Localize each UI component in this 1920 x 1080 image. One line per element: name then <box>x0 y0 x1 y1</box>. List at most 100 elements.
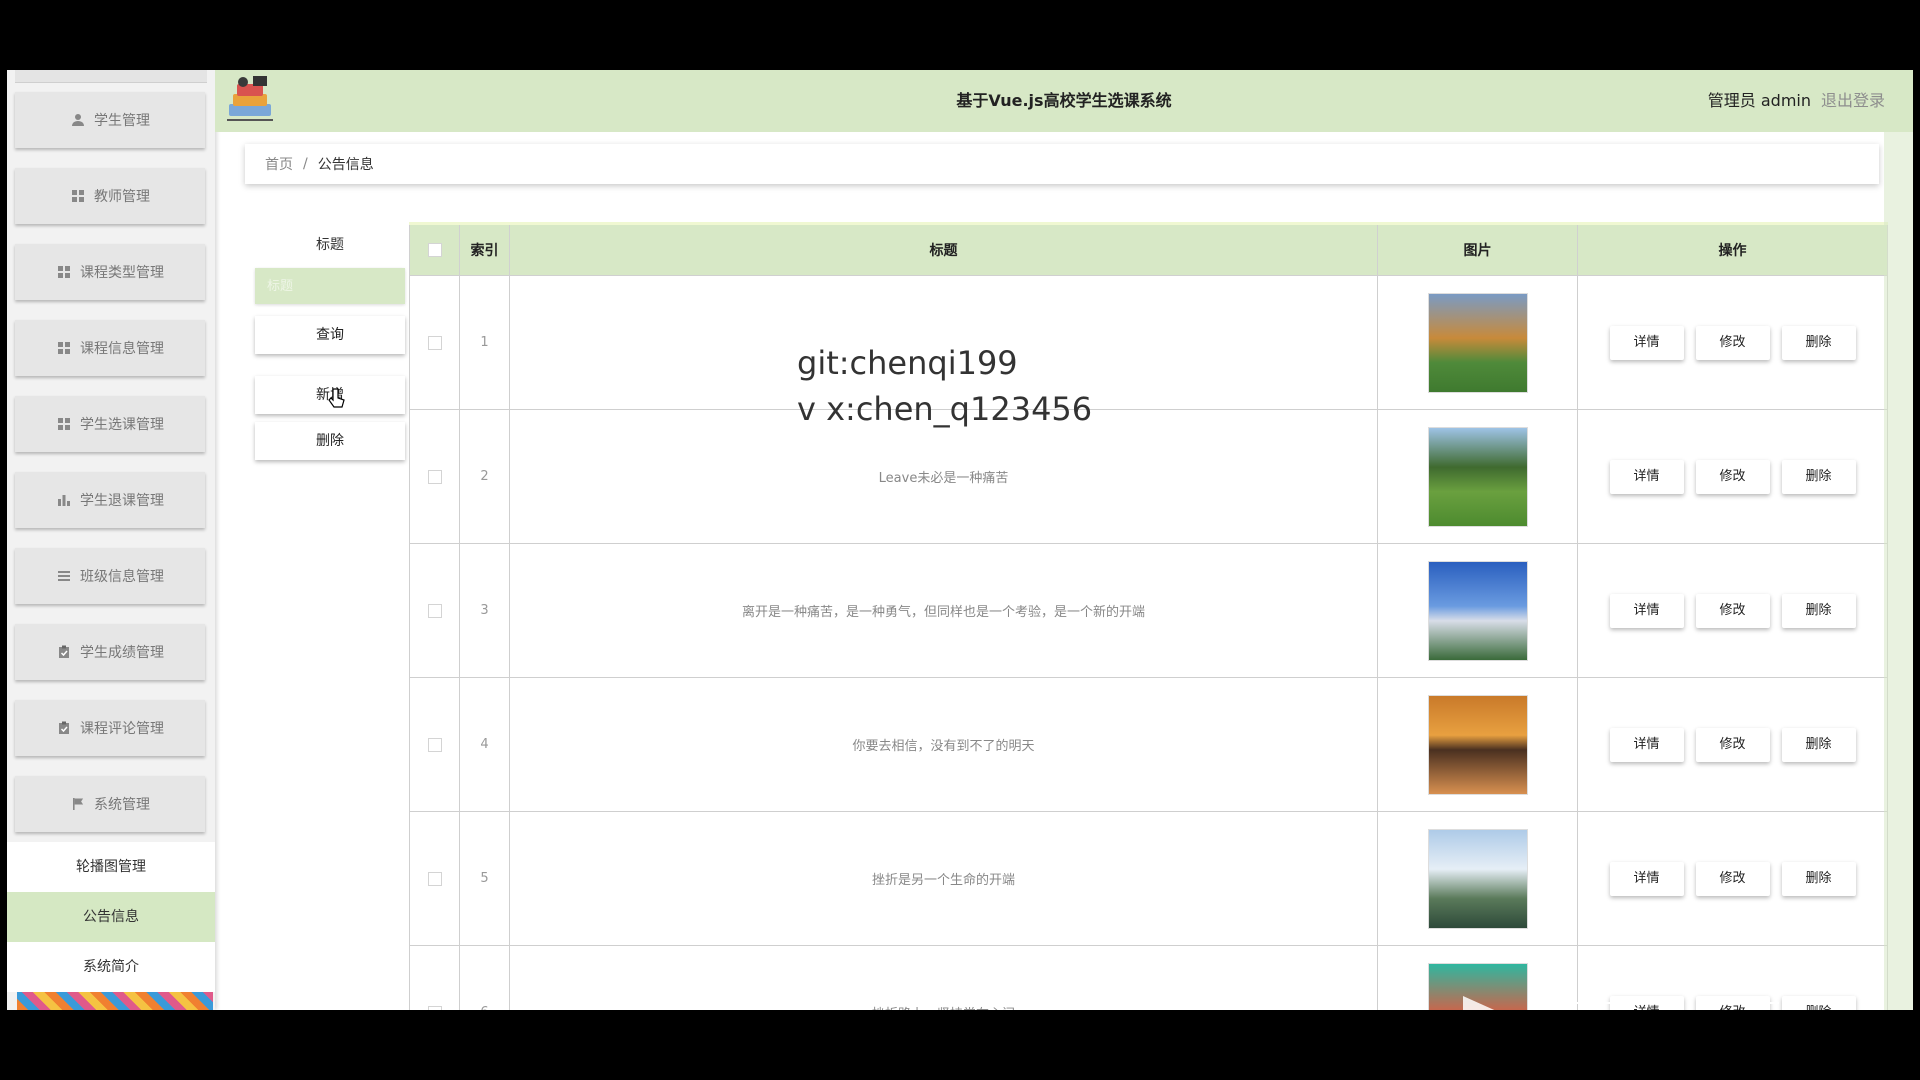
row-actions-cell: 详情修改删除 <box>1577 945 1888 1010</box>
row-checkbox[interactable] <box>427 603 442 618</box>
table-row: 5 挫折是另一个生命的开端 详情 修改 删除 <box>409 811 1888 946</box>
row-image-cell <box>1377 543 1578 678</box>
sidebar-item-class-info-management[interactable]: 班级信息管理 <box>15 548 205 604</box>
title-column-header: 标题 <box>509 222 1378 276</box>
edit-button[interactable]: 修改 <box>1695 727 1770 762</box>
sidebar-item-system-management[interactable]: 系统管理 <box>15 776 205 832</box>
sidebar-item-label: 班级信息管理 <box>80 569 164 585</box>
table-row: 1 详情 修改 删除 <box>409 275 1888 410</box>
search-title-label: 标题 <box>316 237 344 253</box>
row-index: 4 <box>459 677 510 812</box>
user-icon <box>70 112 86 128</box>
row-thumbnail-image <box>1427 292 1528 393</box>
clipboard-icon <box>56 644 72 660</box>
sidebar-item-label: 系统管理 <box>94 797 150 813</box>
sidebar-item-course-type-management[interactable]: 课程类型管理 <box>15 244 205 300</box>
list-icon <box>56 568 72 584</box>
sidebar-item-student-management[interactable]: 学生管理 <box>15 92 205 148</box>
delete-button[interactable]: 删除 <box>1781 727 1856 762</box>
table-row: 3 离开是一种痛苦，是一种勇气，但同样也是一个考验，是一个新的开端 详情 修改 删除 <box>409 543 1888 678</box>
sidebar-item-label: 教师管理 <box>94 189 150 205</box>
row-title: 你要去相信，没有到不了的明天 <box>509 677 1378 812</box>
select-all-checkbox[interactable] <box>427 243 442 257</box>
submenu-item-system-intro[interactable]: 系统简介 <box>7 942 215 992</box>
sidebar-item-label: 学生成绩管理 <box>80 645 164 661</box>
query-button[interactable]: 查询 <box>255 316 405 354</box>
grid-icon <box>56 340 72 356</box>
index-column-header: 索引 <box>459 222 510 276</box>
page-scroll-edge <box>1884 70 1913 1010</box>
row-title: 离开是一种痛苦，是一种勇气，但同样也是一个考验，是一个新的开端 <box>509 543 1378 678</box>
row-image-cell <box>1377 409 1578 544</box>
grid-icon <box>56 264 72 280</box>
row-index: 6 <box>459 945 510 1010</box>
row-index: 3 <box>459 543 510 678</box>
row-checkbox[interactable] <box>427 335 442 350</box>
delete-button[interactable]: 删除 <box>1781 459 1856 494</box>
detail-button[interactable]: 详情 <box>1609 593 1684 628</box>
video-progress-bar[interactable] <box>1537 1002 1847 1004</box>
submenu-item-announcements[interactable]: 公告信息 <box>7 892 215 942</box>
sidebar-item-course-comment-management[interactable]: 课程评论管理 <box>15 700 205 756</box>
delete-button[interactable]: 删除 <box>1781 861 1856 896</box>
sidebar-item-label: 课程类型管理 <box>80 265 164 281</box>
logo <box>223 74 277 128</box>
row-image-cell <box>1377 677 1578 812</box>
top-header: 基于Vue.js高校学生选课系统 管理员 admin 退出登录 <box>215 70 1913 132</box>
sidebar-item-course-selection-management[interactable]: 学生选课管理 <box>15 396 205 452</box>
row-index: 5 <box>459 811 510 946</box>
delete-button[interactable]: 删除 <box>1781 593 1856 628</box>
row-actions-cell: 详情修改删除 <box>1577 543 1888 678</box>
table-row: 6挫折路上，坚持常在心间 详情修改删除 <box>409 945 1888 1010</box>
grid-icon <box>70 188 86 204</box>
bar-chart-icon <box>56 492 72 508</box>
sidebar-item-label: 学生选课管理 <box>80 417 164 433</box>
edit-button[interactable]: 修改 <box>1695 459 1770 494</box>
detail-button[interactable]: 详情 <box>1609 459 1684 494</box>
detail-button[interactable]: 详情 <box>1609 861 1684 896</box>
detail-button[interactable]: 详情 <box>1609 325 1684 360</box>
sidebar-item-label: 课程评论管理 <box>80 721 164 737</box>
logout-link[interactable]: 退出登录 <box>1821 70 1885 132</box>
row-title: 挫折路上，坚持常在心间 <box>509 945 1378 1010</box>
submenu-item-carousel[interactable]: 轮播图管理 <box>7 842 215 892</box>
sidebar-item-course-drop-management[interactable]: 学生退课管理 <box>15 472 205 528</box>
table-row: 4 你要去相信，没有到不了的明天 详情 修改 删除 <box>409 677 1888 812</box>
sidebar-item-grade-management[interactable]: 学生成绩管理 <box>15 624 205 680</box>
select-all-header <box>409 222 460 276</box>
row-actions-cell: 详情修改删除 <box>1577 275 1888 410</box>
announcement-table: 索引 标题 图片 操作 1 详情 修改 删除 2 Leave未必是一种痛苦 详情 修改 删除 3 离… <box>409 222 1888 1010</box>
table-row: 2 Leave未必是一种痛苦 详情 修改 删除 <box>409 409 1888 544</box>
hand-cursor-icon <box>327 388 345 414</box>
delete-button[interactable]: 删除 <box>1781 325 1856 360</box>
play-icon[interactable] <box>1459 994 1529 1010</box>
title-search-input[interactable] <box>255 268 405 304</box>
sidebar: 学生管理 教师管理 课程类型管理 课程信息管理 学生选课管理 学生退课管理 班级… <box>7 70 215 1010</box>
app-title: 基于Vue.js高校学生选课系统 <box>956 91 1172 110</box>
current-user-label: 管理员 admin <box>1707 91 1811 110</box>
row-checkbox[interactable] <box>427 1005 442 1010</box>
detail-button[interactable]: 详情 <box>1609 727 1684 762</box>
edit-button[interactable]: 修改 <box>1695 325 1770 360</box>
breadcrumb-home-link[interactable]: 首页 <box>265 154 293 174</box>
row-title: Leave未必是一种痛苦 <box>509 409 1378 544</box>
sidebar-item-course-info-management[interactable]: 课程信息管理 <box>15 320 205 376</box>
row-select-cell <box>409 409 460 544</box>
actions-column-header: 操作 <box>1577 222 1888 276</box>
breadcrumb-separator: / <box>303 156 308 172</box>
breadcrumb: 首页 / 公告信息 <box>245 144 1879 184</box>
row-image-cell <box>1377 811 1578 946</box>
edit-button[interactable]: 修改 <box>1695 861 1770 896</box>
edit-button[interactable]: 修改 <box>1695 593 1770 628</box>
clipboard-icon <box>56 720 72 736</box>
row-thumbnail-image <box>1427 694 1528 795</box>
row-checkbox[interactable] <box>427 871 442 886</box>
row-checkbox[interactable] <box>427 737 442 752</box>
row-actions-cell: 详情修改删除 <box>1577 677 1888 812</box>
row-index: 2 <box>459 409 510 544</box>
sidebar-item-teacher-management[interactable]: 教师管理 <box>15 168 205 224</box>
system-submenu: 轮播图管理 公告信息 系统简介 <box>7 842 215 992</box>
row-checkbox[interactable] <box>427 469 442 484</box>
row-image-cell <box>1377 275 1578 410</box>
batch-delete-button[interactable]: 删除 <box>255 422 405 460</box>
